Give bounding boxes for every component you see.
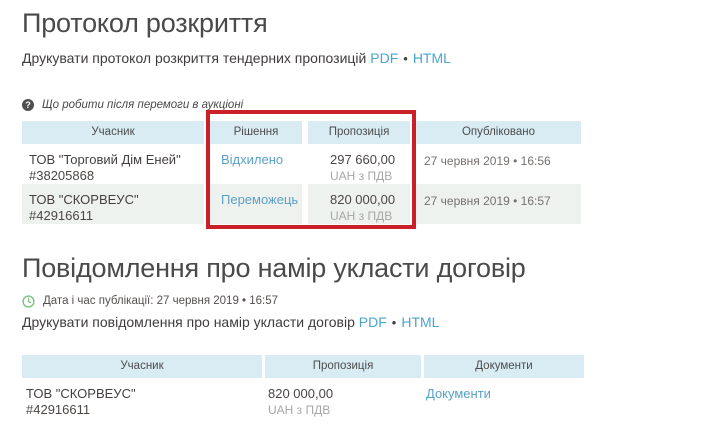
help-line: ? Що робити після перемоги в аукціоні bbox=[22, 98, 710, 112]
table-row-published: 27 червня 2019 • 16:56 bbox=[416, 144, 581, 184]
participant-name: ТОВ "СКОРВЕУС" bbox=[26, 386, 262, 402]
proposal-amount: 820 000,00 bbox=[330, 192, 410, 208]
participant-name: ТОВ "Торговий Дім Еней" bbox=[29, 152, 204, 168]
documents-link[interactable]: Документи bbox=[426, 386, 491, 401]
header-proposal: Пропозиція bbox=[308, 121, 410, 144]
print-notice-line: Друкувати повідомлення про намір укласти… bbox=[22, 314, 710, 331]
print-protocol-line: Друкувати протокол розкриття тендерних п… bbox=[22, 50, 710, 67]
table-row-proposal: 820 000,00 UAH з ПДВ bbox=[308, 184, 410, 224]
proposal-amount: 297 660,00 bbox=[330, 152, 410, 168]
table-row-proposal: 297 660,00 UAH з ПДВ bbox=[308, 144, 410, 184]
header-participant: Учасник bbox=[22, 355, 262, 378]
proposal-amount: 820 000,00 bbox=[268, 386, 421, 402]
print-protocol-label: Друкувати протокол розкриття тендерних п… bbox=[22, 50, 366, 66]
notice-html-link[interactable]: HTML bbox=[401, 314, 439, 330]
participant-id: #42916611 bbox=[26, 402, 262, 418]
page-title: Протокол розкриття bbox=[22, 0, 710, 39]
notice-pdf-link[interactable]: PDF bbox=[359, 314, 387, 330]
protocol-pdf-link[interactable]: PDF bbox=[370, 50, 398, 66]
publication-label-and-value: Дата і час публікації: 27 червня 2019 • … bbox=[43, 295, 278, 307]
pdf-html-separator: • bbox=[392, 315, 397, 330]
help-link[interactable]: Що робити після перемоги в аукціоні bbox=[42, 99, 243, 111]
decision-link[interactable]: Переможець bbox=[221, 192, 298, 207]
header-participant: Учасник bbox=[22, 121, 204, 144]
table-row-participant: ТОВ "Торговий Дім Еней" #38205868 bbox=[22, 144, 204, 184]
participant-id: #42916611 bbox=[29, 208, 204, 224]
intent-table: Учасник Пропозиція Документи ТОВ "СКОРВЕ… bbox=[22, 355, 584, 418]
print-notice-label: Друкувати повідомлення про намір укласти… bbox=[22, 314, 355, 330]
table-row-proposal: 820 000,00 UAH з ПДВ bbox=[265, 378, 421, 418]
decision-link[interactable]: Відхилено bbox=[221, 152, 283, 167]
disclosure-protocol-page: Протокол розкриття Друкувати протокол ро… bbox=[0, 0, 710, 446]
publication-label: Дата і час публікації: bbox=[43, 295, 153, 307]
table-row-participant: ТОВ "СКОРВЕУС" #42916611 bbox=[22, 184, 204, 224]
header-documents: Документи bbox=[424, 355, 584, 378]
participant-name: ТОВ "СКОРВЕУС" bbox=[29, 192, 204, 208]
publication-line: Дата і час публікації: 27 червня 2019 • … bbox=[22, 294, 710, 308]
question-icon: ? bbox=[22, 99, 34, 111]
header-published: Опубліковано bbox=[416, 121, 581, 144]
publication-value: 27 червня 2019 • 16:57 bbox=[157, 295, 278, 307]
table-row-documents: Документи bbox=[424, 378, 584, 418]
proposal-currency: UAH з ПДВ bbox=[330, 208, 410, 224]
proposal-currency: UAH з ПДВ bbox=[268, 402, 421, 418]
protocol-html-link[interactable]: HTML bbox=[413, 50, 451, 66]
clock-icon bbox=[22, 295, 35, 308]
pdf-html-separator: • bbox=[403, 51, 408, 66]
disclosure-table: Учасник Рішення Пропозиція Опубліковано … bbox=[22, 121, 581, 224]
header-proposal: Пропозиція bbox=[265, 355, 421, 378]
table-row-participant: ТОВ "СКОРВЕУС" #42916611 bbox=[22, 378, 262, 418]
table-row-published: 27 червня 2019 • 16:57 bbox=[416, 184, 581, 224]
page-content: Протокол розкриття Друкувати протокол ро… bbox=[0, 0, 710, 418]
notice-title: Повідомлення про намір укласти договір bbox=[22, 252, 710, 284]
table-row-decision: Відхилено bbox=[210, 144, 302, 184]
header-decision: Рішення bbox=[210, 121, 302, 144]
participant-id: #38205868 bbox=[29, 168, 204, 184]
proposal-currency: UAH з ПДВ bbox=[330, 168, 410, 184]
table-row-decision: Переможець bbox=[210, 184, 302, 224]
